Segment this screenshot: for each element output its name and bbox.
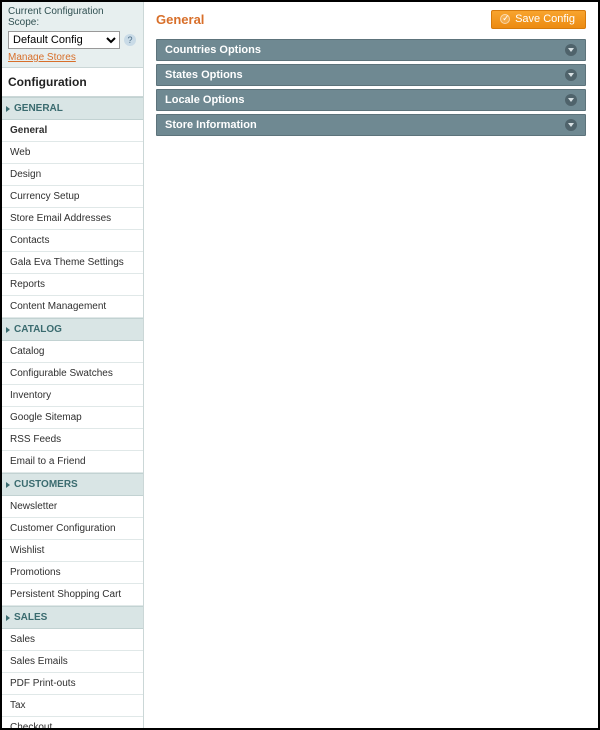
sidebar: Current Configuration Scope: Default Con…	[2, 2, 144, 728]
main-panel: General Save Config Countries Options Sta…	[144, 2, 598, 728]
sidebar-item[interactable]: Google Sitemap	[2, 407, 143, 429]
sidebar-item[interactable]: Customer Configuration	[2, 518, 143, 540]
sidebar-item[interactable]: PDF Print-outs	[2, 673, 143, 695]
sidebar-item[interactable]: Store Email Addresses	[2, 208, 143, 230]
sidebar-group-head[interactable]: SALES	[2, 606, 143, 629]
sidebar-item[interactable]: Inventory	[2, 385, 143, 407]
sidebar-item[interactable]: Checkout	[2, 717, 143, 728]
check-icon	[500, 14, 510, 24]
sidebar-item[interactable]: Sales	[2, 629, 143, 651]
sidebar-item[interactable]: Persistent Shopping Cart	[2, 584, 143, 606]
config-section-bar[interactable]: Countries Options	[156, 39, 586, 61]
chevron-down-icon	[565, 94, 577, 106]
config-section-bar[interactable]: States Options	[156, 64, 586, 86]
sidebar-group-head[interactable]: GENERAL	[2, 97, 143, 120]
sidebar-item[interactable]: Wishlist	[2, 540, 143, 562]
sidebar-item[interactable]: Web	[2, 142, 143, 164]
config-section-label: States Options	[165, 69, 243, 81]
sidebar-item[interactable]: Tax	[2, 695, 143, 717]
sidebar-group-head[interactable]: CATALOG	[2, 318, 143, 341]
config-section-label: Locale Options	[165, 94, 244, 106]
config-section-bar[interactable]: Locale Options	[156, 89, 586, 111]
sidebar-item[interactable]: Email to a Friend	[2, 451, 143, 473]
sidebar-title: Configuration	[2, 67, 143, 97]
config-section-bar[interactable]: Store Information	[156, 114, 586, 136]
save-config-button[interactable]: Save Config	[491, 10, 586, 29]
sidebar-item[interactable]: Contacts	[2, 230, 143, 252]
sidebar-item[interactable]: General	[2, 120, 143, 142]
sidebar-item[interactable]: Design	[2, 164, 143, 186]
scope-select[interactable]: Default Config	[8, 31, 120, 49]
app-frame: Current Configuration Scope: Default Con…	[0, 0, 600, 730]
scope-label: Current Configuration Scope:	[8, 6, 137, 28]
help-icon[interactable]: ?	[124, 34, 136, 46]
save-config-label: Save Config	[515, 13, 575, 25]
sidebar-item[interactable]: Content Management	[2, 296, 143, 318]
sidebar-item[interactable]: Newsletter	[2, 496, 143, 518]
page-title: General	[156, 12, 204, 27]
chevron-down-icon	[565, 119, 577, 131]
chevron-down-icon	[565, 69, 577, 81]
sidebar-item[interactable]: RSS Feeds	[2, 429, 143, 451]
sidebar-item[interactable]: Currency Setup	[2, 186, 143, 208]
sidebar-item[interactable]: Gala Eva Theme Settings	[2, 252, 143, 274]
sidebar-item[interactable]: Catalog	[2, 341, 143, 363]
sidebar-item[interactable]: Promotions	[2, 562, 143, 584]
config-scope: Current Configuration Scope: Default Con…	[2, 2, 143, 67]
sidebar-item[interactable]: Sales Emails	[2, 651, 143, 673]
sidebar-item[interactable]: Configurable Swatches	[2, 363, 143, 385]
chevron-down-icon	[565, 44, 577, 56]
config-section-label: Store Information	[165, 119, 257, 131]
sidebar-item[interactable]: Reports	[2, 274, 143, 296]
sidebar-group-head[interactable]: CUSTOMERS	[2, 473, 143, 496]
config-section-label: Countries Options	[165, 44, 261, 56]
manage-stores-link[interactable]: Manage Stores	[8, 52, 76, 63]
